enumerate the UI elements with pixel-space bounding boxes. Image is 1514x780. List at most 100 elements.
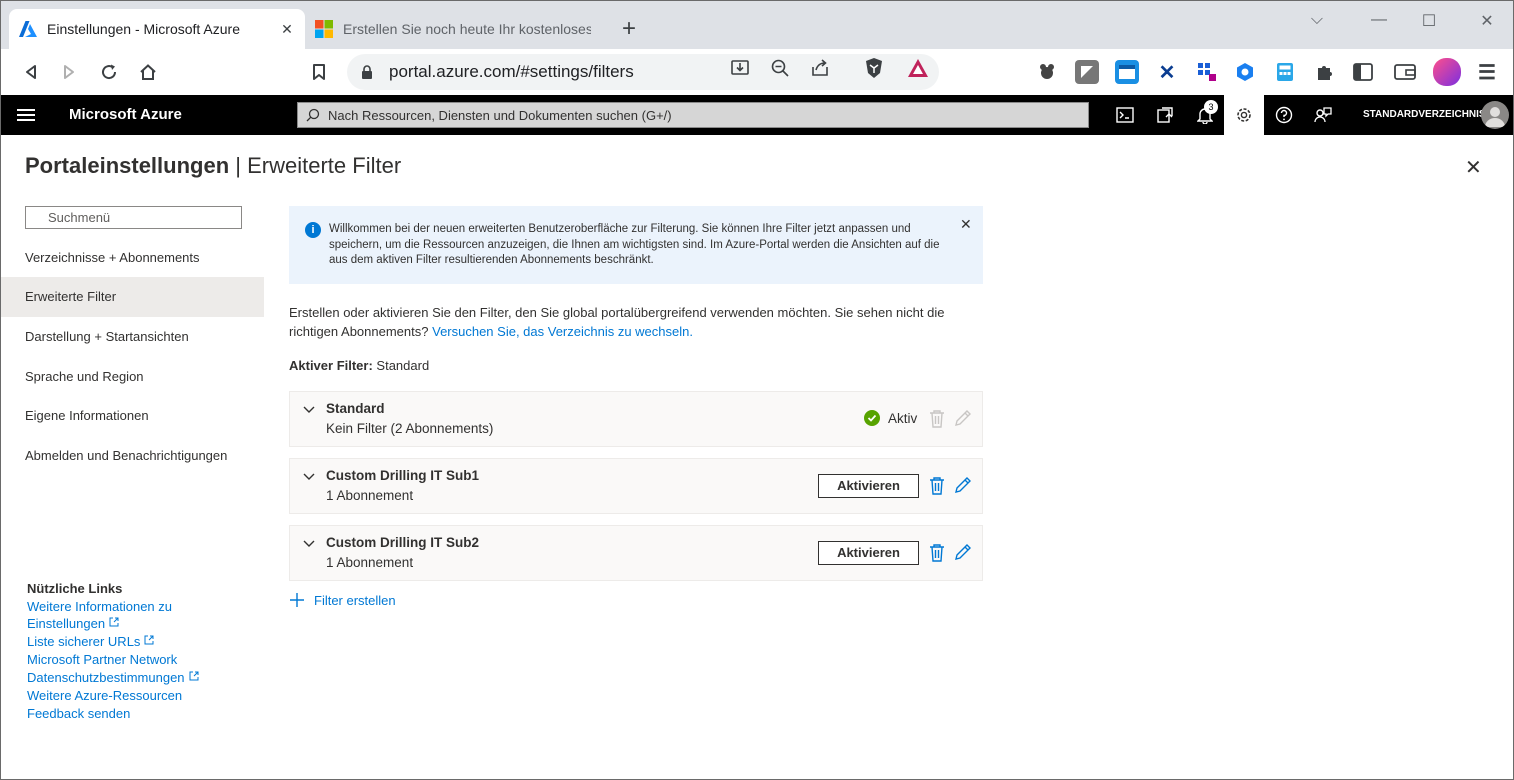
notifications-bell-icon[interactable] <box>1185 95 1225 135</box>
user-avatar[interactable] <box>1481 101 1509 129</box>
link-feedback[interactable]: Feedback senden <box>27 706 130 721</box>
edit-pencil-icon[interactable] <box>954 543 972 561</box>
chevron-down-icon[interactable] <box>302 537 316 551</box>
trash-icon[interactable] <box>928 476 946 496</box>
external-link-icon <box>109 617 119 627</box>
tab-strip: Einstellungen - Microsoft Azure ✕ Erstel… <box>1 1 1513 49</box>
extension-grid-icon[interactable] <box>1195 60 1219 84</box>
settings-page: Portaleinstellungen | Erweiterte Filter … <box>1 135 1513 779</box>
back-button[interactable] <box>19 60 43 84</box>
sidebar-item-my-info[interactable]: Eigene Informationen <box>1 396 264 436</box>
chevron-down-icon[interactable] <box>302 470 316 484</box>
extensions-puzzle-icon[interactable] <box>1313 60 1337 84</box>
new-tab-button[interactable]: + <box>615 15 643 43</box>
reload-button[interactable] <box>97 60 121 84</box>
search-placeholder: Nach Ressourcen, Diensten und Dokumenten… <box>328 107 672 123</box>
tab-search-icon[interactable]: ⌵ <box>1307 11 1327 29</box>
link-partner-network[interactable]: Microsoft Partner Network <box>27 652 177 667</box>
menu-icon[interactable]: ☰ <box>1475 60 1499 84</box>
tab-title: Einstellungen - Microsoft Azure <box>47 21 240 37</box>
extension-calculator-icon[interactable] <box>1273 60 1297 84</box>
sidebar-item-signout[interactable]: Abmelden und Benachrichtigungen <box>1 436 264 476</box>
home-icon <box>140 64 156 80</box>
brave-shield-icon[interactable] <box>863 57 885 79</box>
create-filter-button[interactable]: Filter erstellen <box>289 592 396 608</box>
profile-avatar-icon[interactable] <box>1433 58 1461 86</box>
info-banner: i Willkommen bei der neuen erweiterten B… <box>289 206 983 284</box>
maximize-button[interactable]: ☐ <box>1419 11 1439 31</box>
brave-rewards-icon[interactable] <box>907 57 929 79</box>
settings-gear-icon[interactable] <box>1224 95 1264 135</box>
edit-pencil-icon[interactable] <box>954 476 972 494</box>
azure-brand[interactable]: Microsoft Azure <box>69 106 182 123</box>
tab-title: Erstellen Sie noch heute Ihr kostenloses… <box>343 21 591 37</box>
switch-directory-link[interactable]: Versuchen Sie, das Verzeichnis zu wechse… <box>432 324 693 339</box>
tab-azure-settings[interactable]: Einstellungen - Microsoft Azure ✕ <box>9 9 305 49</box>
filter-name: Custom Drilling IT Sub2 <box>326 535 480 550</box>
lock-icon <box>362 65 372 79</box>
nav-search-input[interactable]: Suchmenü <box>25 206 242 229</box>
directory-filter-icon[interactable] <box>1145 95 1185 135</box>
link-azure-resources[interactable]: Weitere Azure-Ressourcen <box>27 688 182 703</box>
extension-window-icon[interactable] <box>1115 60 1139 84</box>
home-button[interactable] <box>136 60 160 84</box>
link-safe-urls[interactable]: Liste sicherer URLs <box>27 634 154 649</box>
dismiss-banner-icon[interactable]: ✕ <box>960 216 972 233</box>
extension-snip-icon[interactable] <box>1075 60 1099 84</box>
active-filter-label: Aktiver Filter: Standard <box>289 358 430 373</box>
link-settings[interactable]: Einstellungen <box>27 616 119 631</box>
reload-icon <box>102 64 117 80</box>
back-icon <box>26 65 36 79</box>
filter-subtitle: Kein Filter (2 Abonnements) <box>326 421 494 436</box>
notification-count-badge: 3 <box>1204 100 1218 114</box>
user-icon <box>1485 107 1505 127</box>
sidebar-item-directories[interactable]: Verzeichnisse + Abonnements <box>1 238 264 278</box>
sidebar-item-advanced-filters[interactable]: Erweiterte Filter <box>1 277 264 317</box>
sidebar-item-language[interactable]: Sprache und Region <box>1 357 264 397</box>
address-bar[interactable]: portal.azure.com/#settings/filters <box>347 54 939 90</box>
search-icon <box>306 108 320 122</box>
filter-card-sub1[interactable]: Custom Drilling IT Sub1 1 Abonnement Akt… <box>289 458 983 514</box>
filter-card-sub2[interactable]: Custom Drilling IT Sub2 1 Abonnement Akt… <box>289 525 983 581</box>
external-link-icon <box>144 635 154 645</box>
zoom-icon[interactable] <box>769 57 791 79</box>
link-privacy[interactable]: Datenschutzbestimmungen <box>27 670 199 685</box>
activate-button[interactable]: Aktivieren <box>818 541 919 565</box>
tab-close-icon[interactable]: ✕ <box>279 21 295 38</box>
tab-azure-free[interactable]: Erstellen Sie noch heute Ihr kostenloses… <box>305 9 601 49</box>
extension-hex-icon[interactable] <box>1233 60 1257 84</box>
filter-subtitle: 1 Abonnement <box>326 488 414 503</box>
filter-subtitle: 1 Abonnement <box>326 555 414 570</box>
forward-button[interactable] <box>57 60 81 84</box>
extension-x-icon[interactable]: ✕ <box>1155 60 1179 84</box>
global-search-input[interactable]: Nach Ressourcen, Diensten und Dokumenten… <box>297 102 1089 128</box>
install-app-icon[interactable] <box>729 57 751 79</box>
bookmark-button[interactable] <box>307 60 331 84</box>
activate-button[interactable]: Aktivieren <box>818 474 919 498</box>
cloud-shell-icon[interactable] <box>1105 95 1145 135</box>
share-icon[interactable] <box>809 57 831 79</box>
plus-icon <box>290 593 304 607</box>
filter-card-standard[interactable]: Standard Kein Filter (2 Abonnements) Akt… <box>289 391 983 447</box>
filter-status: Aktiv <box>864 410 917 426</box>
page-title: Portaleinstellungen | Erweiterte Filter <box>25 153 402 178</box>
info-icon: i <box>305 222 321 238</box>
minimize-button[interactable]: — <box>1369 11 1389 29</box>
portal-menu-icon[interactable] <box>17 106 35 124</box>
close-window-button[interactable]: ✕ <box>1477 11 1497 31</box>
close-blade-icon[interactable]: ✕ <box>1465 155 1482 180</box>
chevron-down-icon[interactable] <box>302 403 316 417</box>
sidebar-toggle-icon[interactable] <box>1351 60 1375 84</box>
directory-name[interactable]: STANDARDVERZEICHNIS <box>1363 109 1486 120</box>
feedback-icon[interactable] <box>1303 95 1343 135</box>
help-icon[interactable] <box>1264 95 1304 135</box>
trash-icon[interactable] <box>928 543 946 563</box>
link-more-info[interactable]: Weitere Informationen zu <box>27 599 172 614</box>
useful-links-title: Nützliche Links <box>27 581 123 596</box>
filter-description: Erstellen oder aktivieren Sie den Filter… <box>289 305 945 339</box>
wallet-icon[interactable] <box>1393 60 1417 84</box>
extension-bug-icon[interactable] <box>1035 60 1059 84</box>
info-banner-text: Willkommen bei der neuen erweiterten Ben… <box>329 223 940 266</box>
sidebar-item-appearance[interactable]: Darstellung + Startansichten <box>1 317 264 357</box>
browser-toolbar: portal.azure.com/#settings/filters ✕ ☰ <box>1 49 1513 95</box>
